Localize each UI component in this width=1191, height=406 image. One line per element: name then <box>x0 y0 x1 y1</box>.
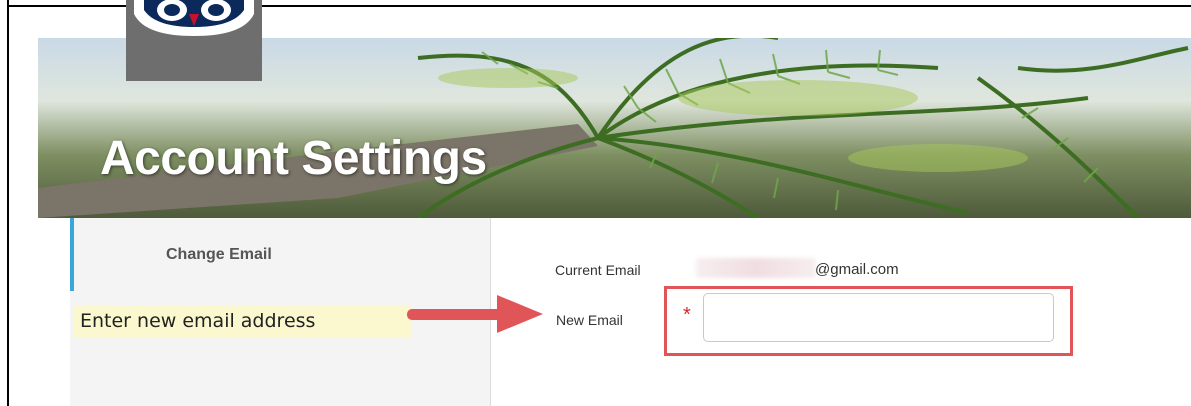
sidebar-item-change-email[interactable]: Change Email <box>70 218 490 291</box>
current-email-domain: @gmail.com <box>815 261 899 278</box>
window-frame-left-edge <box>7 0 9 406</box>
current-email-label: Current Email <box>555 262 641 278</box>
new-email-label: New Email <box>556 312 623 328</box>
logo <box>126 0 262 81</box>
new-email-input[interactable] <box>703 293 1054 342</box>
redacted-email-username <box>696 258 816 278</box>
owl-logo-icon <box>134 0 254 36</box>
required-marker: * <box>683 304 691 326</box>
sidebar-item-label: Change Email <box>166 246 272 263</box>
page-title: Account Settings <box>100 132 487 185</box>
callout-enter-new-email: Enter new email address <box>73 305 411 337</box>
red-arrow-right-icon <box>407 295 543 333</box>
